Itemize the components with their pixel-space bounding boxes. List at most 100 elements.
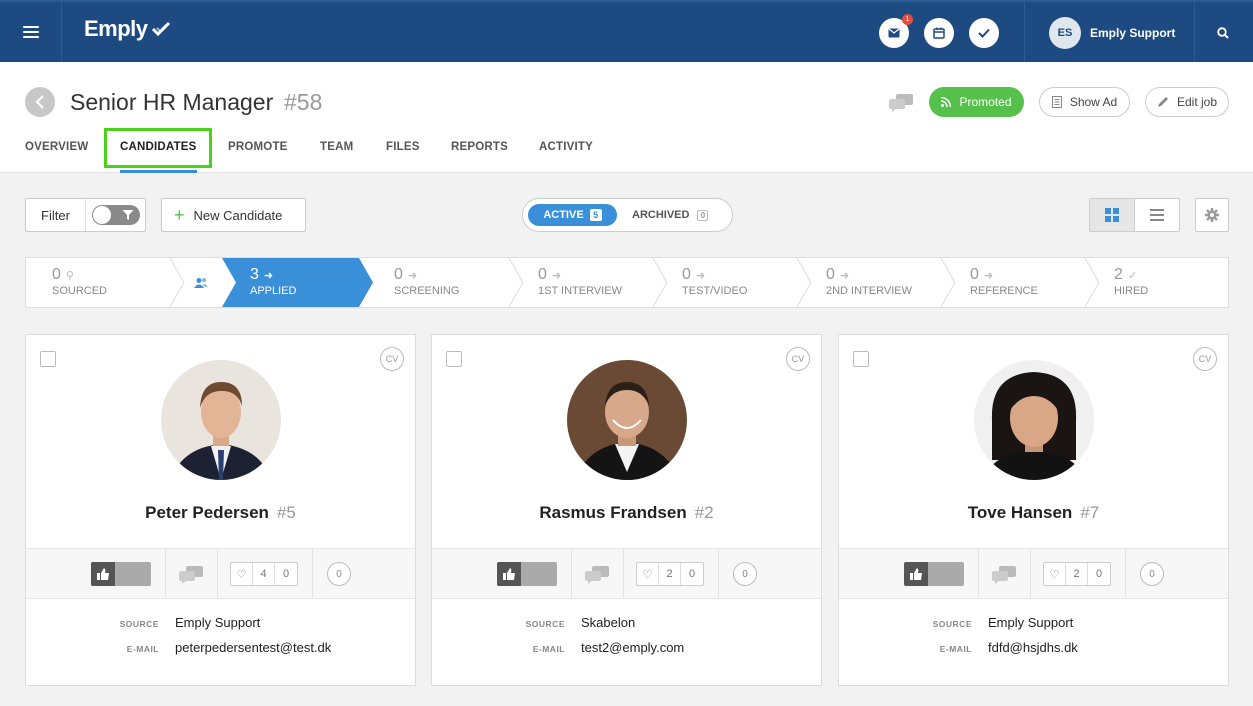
- heart-icon: ♡: [1044, 563, 1066, 585]
- candidate-card[interactable]: CV Peter Pedersen #5 ♡ 4 0 0 SOURCE Empl…: [25, 334, 416, 686]
- tab-candidates[interactable]: CANDIDATES: [120, 132, 197, 173]
- calendar-button[interactable]: [924, 18, 954, 48]
- select-checkbox[interactable]: [446, 351, 462, 367]
- candidate-name[interactable]: Tove Hansen: [968, 503, 1073, 522]
- tab-overview[interactable]: OVERVIEW: [25, 132, 88, 173]
- email-value[interactable]: test2@emply.com: [581, 640, 684, 655]
- comments-count[interactable]: 0: [327, 562, 351, 586]
- arrow-right-icon: ➜: [983, 269, 994, 282]
- rating-toggle[interactable]: [91, 562, 151, 586]
- comments-count[interactable]: 0: [733, 562, 757, 586]
- message-button[interactable]: [584, 566, 610, 589]
- filter-toggle[interactable]: Filter: [25, 198, 146, 232]
- tab-reports[interactable]: REPORTS: [451, 132, 508, 173]
- arrow-right-icon: ➜: [839, 269, 850, 282]
- list-icon: [1149, 209, 1164, 221]
- tab-promote[interactable]: PROMOTE: [228, 132, 288, 173]
- candidate-name[interactable]: Rasmus Frandsen: [539, 503, 686, 522]
- tab-activity[interactable]: ACTIVITY: [539, 132, 593, 173]
- candidate-card[interactable]: CV Rasmus Frandsen #2 ♡ 2 0 0 SOURCE Ska…: [431, 334, 822, 686]
- source-label: SOURCE: [525, 619, 565, 629]
- divider: [571, 549, 572, 598]
- candidate-photo[interactable]: [161, 360, 281, 480]
- candidate-actions: ♡ 2 0 0: [839, 548, 1228, 599]
- select-checkbox[interactable]: [40, 351, 56, 367]
- vote-counter[interactable]: ♡ 2 0: [636, 562, 704, 586]
- chat-bubbles-icon: [889, 94, 913, 112]
- email-value[interactable]: fdfd@hsjdhs.dk: [988, 640, 1078, 655]
- stage-count: 0: [538, 266, 547, 283]
- document-icon: [1051, 96, 1062, 108]
- mail-button[interactable]: 1: [879, 14, 913, 48]
- stage-count: 0: [394, 266, 403, 283]
- stage-count: 0: [682, 266, 691, 283]
- candidate-id: #7: [1080, 503, 1100, 522]
- avatar: [974, 360, 1094, 480]
- vote-counter[interactable]: ♡ 4 0: [230, 562, 298, 586]
- archived-count: 0: [697, 209, 709, 221]
- move-candidates-button[interactable]: [194, 276, 208, 294]
- rating-toggle[interactable]: [497, 562, 557, 586]
- arrow-right-icon: ➜: [263, 269, 274, 282]
- settings-button[interactable]: [1195, 198, 1229, 232]
- active-filter-button[interactable]: ACTIVE 5: [528, 204, 617, 226]
- candidate-card[interactable]: CV Tove Hansen #7 ♡ 2 0 0 SOURCE Emply S…: [838, 334, 1229, 686]
- email-label: E-MAIL: [532, 644, 565, 654]
- promoted-button[interactable]: Promoted: [929, 87, 1024, 117]
- cv-button[interactable]: CV: [380, 347, 404, 371]
- comments-count[interactable]: 0: [1140, 562, 1164, 586]
- rating-toggle[interactable]: [904, 562, 964, 586]
- tasks-button[interactable]: [969, 18, 999, 48]
- chat-bubbles-icon: [179, 566, 203, 584]
- show-ad-button[interactable]: Show Ad: [1039, 87, 1130, 117]
- stage-label: 1ST INTERVIEW: [538, 285, 622, 297]
- email-value[interactable]: peterpedersentest@test.dk: [175, 640, 331, 655]
- message-button[interactable]: [178, 566, 204, 589]
- candidate-photo[interactable]: [974, 360, 1094, 480]
- arrow-right-icon: ➜: [407, 269, 418, 282]
- email-label: E-MAIL: [126, 644, 159, 654]
- filter-switch[interactable]: [92, 205, 140, 225]
- hamburger-menu-button[interactable]: [0, 2, 62, 62]
- list-view-button[interactable]: [1135, 199, 1180, 231]
- candidate-name[interactable]: Peter Pedersen: [145, 503, 269, 522]
- tab-team[interactable]: TEAM: [320, 132, 353, 173]
- heart-icon: ♡: [637, 563, 659, 585]
- vote-counter[interactable]: ♡ 2 0: [1043, 562, 1111, 586]
- back-button[interactable]: [25, 87, 55, 117]
- email-label: E-MAIL: [939, 644, 972, 654]
- archived-filter-button[interactable]: ARCHIVED 0: [632, 204, 709, 226]
- source-value: Emply Support: [988, 615, 1074, 630]
- view-switcher: [1089, 198, 1180, 232]
- message-button[interactable]: [991, 566, 1017, 589]
- stage-count: 2: [1114, 266, 1123, 283]
- filter-label: Filter: [26, 199, 86, 231]
- likes-count: 2: [1066, 563, 1088, 585]
- stage-label: REFERENCE: [970, 285, 1038, 297]
- search-button[interactable]: [1208, 20, 1238, 46]
- comments-button[interactable]: [888, 94, 914, 117]
- avatar: ES: [1049, 17, 1081, 49]
- edit-job-button[interactable]: Edit job: [1145, 87, 1229, 117]
- search-icon: [1217, 27, 1229, 39]
- emply-logo[interactable]: Emply: [84, 16, 171, 42]
- grid-view-button[interactable]: [1090, 199, 1135, 231]
- select-checkbox[interactable]: [853, 351, 869, 367]
- cv-button[interactable]: CV: [786, 347, 810, 371]
- notification-badge: 1: [902, 14, 913, 25]
- divider: [165, 549, 166, 598]
- calendar-icon: [933, 27, 945, 39]
- tab-files[interactable]: FILES: [386, 132, 420, 173]
- chat-bubbles-icon: [585, 566, 609, 584]
- new-candidate-button[interactable]: + New Candidate: [161, 198, 306, 232]
- dislikes-count: 0: [688, 568, 696, 580]
- divider: [1030, 549, 1031, 598]
- thumbs-up-icon: [910, 568, 922, 580]
- user-menu[interactable]: ES Emply Support: [1049, 17, 1175, 49]
- arrow-right-icon: ➜: [695, 269, 706, 282]
- checkmark-icon: [978, 28, 990, 38]
- cv-button[interactable]: CV: [1193, 347, 1217, 371]
- candidate-photo[interactable]: [567, 360, 687, 480]
- active-archived-switch: ACTIVE 5 ARCHIVED 0: [522, 198, 733, 232]
- promoted-label: Promoted: [959, 95, 1012, 109]
